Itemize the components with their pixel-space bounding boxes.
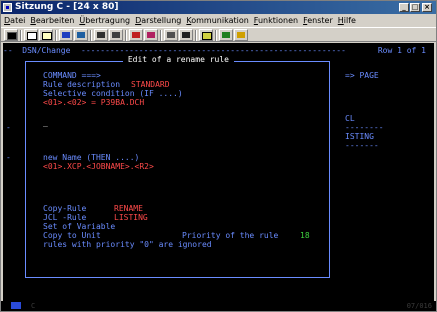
display-icon[interactable] (94, 29, 108, 41)
send-file-icon[interactable] (59, 29, 73, 41)
toolbar-separator (20, 30, 22, 41)
receive-file-icon[interactable] (74, 29, 88, 41)
divider: -------- (345, 123, 384, 132)
condition-field[interactable]: <01>.<02> = P39BA.DCH (43, 98, 144, 107)
menu-funktionen[interactable]: Funktionen (251, 14, 300, 27)
paste-icon[interactable] (39, 29, 53, 41)
terminal-screen[interactable]: -- DSN/Change --------------------------… (3, 43, 434, 301)
record-icon[interactable] (129, 29, 143, 41)
menu-fenster[interactable]: Fenster (300, 14, 335, 27)
rule-description-field[interactable]: STANDARD (131, 80, 170, 89)
menu-kommunikation[interactable]: Kommunikation (183, 14, 250, 27)
jcl-rule-field[interactable]: LISTING (114, 213, 148, 222)
listing-entry: ISTING (345, 132, 374, 141)
ignore-note: rules with priority "0" are ignored (43, 240, 212, 249)
maximize-button[interactable]: □ (410, 3, 420, 12)
menu-uebertragung[interactable]: Übertragung (76, 14, 132, 27)
keypad-icon[interactable] (164, 29, 178, 41)
print-screen-icon[interactable] (4, 29, 18, 41)
stop-icon[interactable] (234, 29, 248, 41)
jcl-rule-label: JCL -Rule (43, 213, 87, 222)
play-icon[interactable] (144, 29, 158, 41)
new-name-label: new Name (THEN ....) (43, 153, 140, 162)
toolbar-separator (90, 30, 92, 41)
title-bar: Sitzung C - [24 x 80] _ □ × (1, 1, 436, 14)
session-letter: C (31, 302, 36, 310)
toolbar-separator (160, 30, 162, 41)
toolbar-separator (125, 30, 127, 41)
copy-rule-label: Copy-Rule (43, 204, 87, 213)
minimize-button[interactable]: _ (399, 3, 409, 12)
cursor-position: 07/016 (406, 302, 432, 310)
status-bar: C 07/016 (1, 301, 436, 311)
rule-description-label: Rule description (43, 80, 121, 89)
left-marker: - (6, 123, 11, 132)
window-title: Sitzung C - [24 x 80] (15, 2, 119, 12)
copy-unit-label: Copy to Unit (43, 231, 101, 240)
page-indicator: => PAGE (345, 71, 379, 80)
menu-hilfe[interactable]: Hilfe (335, 14, 358, 27)
toolbar (1, 27, 436, 42)
column-cl: CL (345, 114, 355, 123)
toolbar-separator (215, 30, 217, 41)
help-icon[interactable] (199, 29, 213, 41)
macro-icon[interactable] (109, 29, 123, 41)
copy-icon[interactable] (24, 29, 38, 41)
screen-row-indicator: Row 1 of 1 (373, 46, 426, 55)
session-icon[interactable] (3, 3, 12, 12)
menu-bar: Datei Bearbeiten Übertragung Darstellung Kom… (1, 14, 436, 27)
toolbar-separator (195, 30, 197, 41)
new-name-field[interactable]: <01>.XCP.<JOBNAME>.<R2> (43, 162, 154, 171)
close-button[interactable]: × (422, 3, 432, 12)
toolbar-separator (55, 30, 57, 41)
globe-icon[interactable] (219, 29, 233, 41)
copy-rule-field[interactable]: RENAME (114, 204, 143, 213)
set-variable-label: Set of Variable (43, 222, 116, 231)
menu-bearbeiten[interactable]: Bearbeiten (27, 14, 76, 27)
cursor: _ (43, 118, 48, 127)
menu-darstellung[interactable]: Darstellung (132, 14, 183, 27)
status-indicator (11, 302, 21, 309)
divider: ------- (345, 141, 379, 150)
priority-field[interactable]: 18 (300, 231, 310, 240)
selective-condition-label: Selective condition (IF ....) (43, 89, 183, 98)
menu-datei[interactable]: Datei (1, 14, 27, 27)
priority-label: Priority of the rule (182, 231, 279, 240)
terminal-window: Sitzung C - [24 x 80] _ □ × Datei Bearbei… (0, 0, 437, 312)
screen-header-dashes: ----------------------------------------… (81, 46, 346, 55)
command-label: COMMAND ===> (43, 71, 101, 80)
popup-title: Edit of a rename rule (123, 55, 234, 64)
screen-header-left: -- DSN/Change (3, 46, 76, 55)
left-marker: - (6, 153, 11, 162)
color-icon[interactable] (179, 29, 193, 41)
